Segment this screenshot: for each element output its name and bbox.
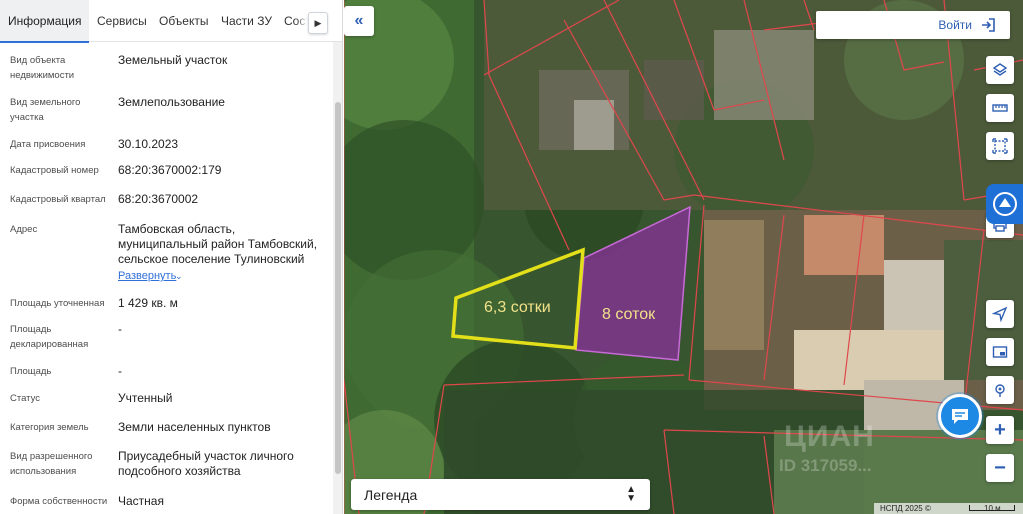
detail-value: Земли населенных пунктов <box>118 420 271 434</box>
legend-select[interactable]: Легенда ▲ ▼ <box>351 479 650 510</box>
zoom-in-icon: + <box>994 419 1006 441</box>
detail-label: Кадастровый квартал <box>10 194 106 205</box>
detail-label: Адрес <box>10 224 38 235</box>
layers-button[interactable] <box>986 56 1014 84</box>
detail-label: Дата присвоения <box>10 139 86 150</box>
tab-fade <box>296 0 308 41</box>
tab-scroll-button[interactable]: ▶ <box>308 12 328 34</box>
chevron-right-icon: ▶ <box>314 17 322 28</box>
collapse-panel-button[interactable]: « <box>344 6 374 36</box>
locate-icon <box>992 306 1008 322</box>
watermark-id: ID 317059... <box>779 456 872 475</box>
tab-information[interactable]: Информация <box>0 0 90 43</box>
chat-icon <box>952 409 968 424</box>
scrollbar-thumb[interactable] <box>335 102 341 474</box>
detail-value: Земельный участок <box>118 53 228 67</box>
detail-label: Площадь уточненная <box>10 298 105 309</box>
detail-label: Площадь декларированная <box>10 324 89 350</box>
zoom-out-button[interactable]: − <box>986 454 1014 482</box>
tab-parcel-parts[interactable]: Части ЗУ <box>221 0 272 42</box>
detail-value: - <box>118 322 122 336</box>
feedback-icon <box>992 192 1017 216</box>
feedback-tab[interactable] <box>986 184 1023 224</box>
chevron-down-icon[interactable]: ⌄ <box>175 269 183 283</box>
detail-label: Площадь <box>10 366 52 377</box>
geo-target-button[interactable] <box>986 376 1014 404</box>
zoom-in-button[interactable]: + <box>986 416 1014 444</box>
tab-objects[interactable]: Объекты <box>159 0 209 42</box>
zoom-out-icon: − <box>994 457 1006 479</box>
detail-label: Статус <box>10 393 41 404</box>
tab-bar: Информация Сервисы Объекты Части ЗУ Сост… <box>0 0 342 43</box>
scale-distance: 10 м <box>984 504 1001 513</box>
scale-bar: НСПД 2025 © 10 м <box>874 503 1023 514</box>
legend-label: Легенда <box>364 487 418 503</box>
chevron-up-down-icon: ▲ ▼ <box>626 484 636 504</box>
satellite-imagery <box>344 0 1023 514</box>
detail-label: Форма собственности <box>10 496 108 507</box>
map-copyright: НСПД 2025 © <box>880 504 931 513</box>
detail-value: 30.10.2023 <box>118 137 179 151</box>
ruler-button[interactable] <box>986 94 1014 122</box>
detail-label: Вид земельного участка <box>10 97 81 123</box>
detail-value: - <box>118 364 122 378</box>
detail-label: Вид разрешенного использования <box>10 451 93 477</box>
login-label: Войти <box>938 18 972 32</box>
cadastral-quarter: 68:20:3670002 <box>118 192 199 206</box>
login-icon <box>982 18 995 32</box>
login-button[interactable]: Войти <box>816 11 1010 39</box>
detail-label: Кадастровый номер <box>10 165 99 176</box>
select-area-icon <box>992 138 1008 154</box>
address-value: Тамбовская область, муниципальный район … <box>118 222 318 266</box>
parcel-label-large: 8 соток <box>602 306 656 323</box>
layers-icon <box>992 63 1008 76</box>
parcel-label-small: 6,3 сотки <box>484 299 551 316</box>
expand-link[interactable]: Развернуть <box>118 269 176 283</box>
geo-target-icon <box>995 384 1005 397</box>
map-view[interactable]: 6,3 сотки 8 соток ЦИАН ID 317059... « Во… <box>344 0 1023 514</box>
picture-in-picture-icon <box>992 346 1008 358</box>
detail-value: Землепользование <box>118 95 225 109</box>
cadastral-number: 68:20:3670002:179 <box>118 163 222 177</box>
detail-value: Приусадебный участок личного подсобного … <box>118 449 294 478</box>
tab-services[interactable]: Сервисы <box>97 0 147 42</box>
detail-value: 1 429 кв. м <box>118 296 178 310</box>
watermark-logo: ЦИАН <box>784 420 875 453</box>
chat-button[interactable] <box>938 394 982 438</box>
double-chevron-left-icon: « <box>354 12 364 29</box>
info-panel: Информация Сервисы Объекты Части ЗУ Сост… <box>0 0 343 514</box>
detail-label: Вид объекта недвижимости <box>10 55 75 81</box>
minimap-button[interactable] <box>986 338 1014 366</box>
locate-button[interactable] <box>986 300 1014 328</box>
detail-value: Частная <box>118 494 164 508</box>
select-area-button[interactable] <box>986 132 1014 160</box>
status-value: Учтенный <box>118 391 173 405</box>
panel-scrollbar[interactable] <box>333 42 342 514</box>
detail-label: Категория земель <box>10 422 89 433</box>
ruler-icon <box>992 104 1008 112</box>
